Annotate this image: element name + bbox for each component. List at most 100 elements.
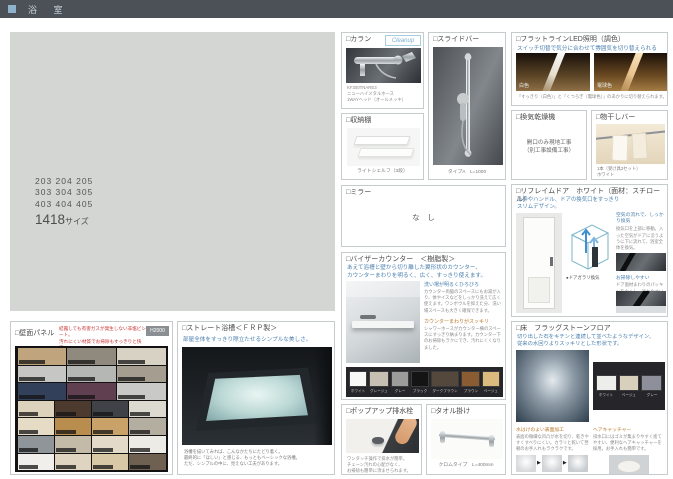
floor-photo xyxy=(516,350,589,422)
faucet-spec-lines: KF300TNARE3 ニューハイメタルホース 1WAYヘッド（オールメッキ） xyxy=(347,85,406,104)
mirror-value: な し xyxy=(342,212,505,223)
color-swatch: ダークブラウン xyxy=(431,371,459,394)
section-title: □床 フラッグストーンフロア xyxy=(512,322,667,334)
floor-feature-heading: 水はけのよい表面加工 xyxy=(516,426,589,433)
hair-catcher-photo xyxy=(609,455,649,475)
diagram-caption: ●ドアガラリ換気 xyxy=(566,275,599,281)
color-swatch: ブラック xyxy=(411,371,429,394)
visor-text-column: 洗い場が明るくひろびろ カウンター両脇のスペースにもお湯が入り、体やイスなどをし… xyxy=(424,281,503,351)
section-title: □換気乾燥機 xyxy=(512,111,586,123)
section-led-lighting: □フラットラインLED照明（調色） スイッチ切替で気分に合わせて雰囲気を切り替え… xyxy=(511,32,668,106)
color-swatch: ベージュ xyxy=(619,375,640,398)
floor-feature-body: 表面の微細な凹凸が水を切り、乾きやすくすべりにくい。カラリと乾いて翌朝のお手入れ… xyxy=(516,434,589,453)
door-detail-photo xyxy=(616,253,666,271)
slidebar-caption: タイプA L=1000 xyxy=(429,168,505,175)
wall-panel-tile xyxy=(18,418,54,435)
section-vent-dryer: □換気乾燥機 開口のみ現地工事 （別工事設備工事） xyxy=(511,110,587,180)
drain-photo xyxy=(346,419,419,453)
wall-panel-tile xyxy=(129,401,165,418)
door-benefit-heading: 空気の流れで、しっかり換気 xyxy=(616,213,666,225)
color-swatch: ベージュ xyxy=(482,371,500,394)
section-laundry-bar: □物干しバー 1本（受け具2セット） ホワイト xyxy=(591,110,668,180)
section-flagstone-floor: □床 フラッグストーンフロア 切り出した石をキチンと連続して並べたようなデザイン… xyxy=(511,321,668,475)
wall-panel-tile xyxy=(129,418,165,435)
color-swatch: ホワイト xyxy=(349,371,367,394)
tub-description: 部屋全体をすっきり際立たせるシンプルな美しさ。 xyxy=(183,335,311,343)
towel-bar-photo xyxy=(431,419,503,459)
floor-color-swatches: ホワイトベージュグレー xyxy=(593,362,665,410)
airflow-diagram xyxy=(566,213,612,273)
section-towel-bar: □タオル掛け クロムタイプ L=400mm xyxy=(426,404,506,475)
led-warm-label: 電球色 xyxy=(597,82,612,89)
wall-panel-tile xyxy=(55,436,91,453)
section-title: □スライドバー xyxy=(429,33,505,45)
wall-panel-tile xyxy=(55,418,91,435)
section-shelf: □収納棚 ライトシェルフ（3段） xyxy=(341,113,424,180)
led-white-label: 白色 xyxy=(519,82,529,89)
vent-dryer-note: 開口のみ現地工事 （別工事設備工事） xyxy=(512,139,586,156)
shelf-photo xyxy=(347,128,420,166)
led-note: 「すっきり（白色）」と「くつろぎ（電球色）」のあかりに切り替えられます。 xyxy=(517,94,667,100)
wall-panel-tile xyxy=(67,366,116,383)
visor-benefit-heading: カウンターまわりがスッキリ xyxy=(424,318,503,325)
visor-photo xyxy=(346,281,420,363)
floor-feature-heading: ヘアキャッチャー xyxy=(593,426,665,433)
unit-code-row: 303 304 305 xyxy=(35,187,93,198)
led-description: スイッチ切替で気分に合わせて雰囲気を切り替えられる xyxy=(517,44,657,52)
spec-sheet-page: 浴 室 203 204 205 303 304 305 403 404 405 … xyxy=(0,0,673,479)
towel-bar-illustration xyxy=(431,419,503,459)
page-header: 浴 室 xyxy=(0,0,673,18)
wall-panel-tile xyxy=(18,383,67,400)
section-title: □壁面パネル xyxy=(11,327,58,339)
section-reframe-door: □リフレイムドア ホワイト（面材：スチロール） 上枠やハンドル、ドアの換気口をす… xyxy=(511,184,668,317)
wall-panel-tile xyxy=(55,401,91,418)
height-badge: H2000 xyxy=(146,326,169,336)
wall-panel-tile xyxy=(117,383,166,400)
wall-panel-tile xyxy=(67,348,116,365)
wall-panel-tile xyxy=(92,418,128,435)
floor-description: 切り出した石をキチンと連続して並べたようなデザイン、 従来の水回りよりスッキリと… xyxy=(517,334,654,348)
wall-panel-tile xyxy=(55,454,91,471)
door-photo xyxy=(516,213,562,313)
page-title: 浴 室 xyxy=(28,3,70,16)
floor-texture-sequence: ▶ ▶ xyxy=(516,455,589,472)
led-photo-warm: 電球色 xyxy=(594,53,668,91)
section-title: □ストレート浴槽＜ＦＲＰ製＞ xyxy=(178,322,334,334)
visor-color-swatches: ホワイトグレージュグレーブラックダークブラウンブラウンベージュ xyxy=(346,367,503,397)
tub-body: 浴槽を描いてみれば、こんなかたちにたどり着く。 最終的に「ほしい」と感じる、もっ… xyxy=(184,449,300,468)
section-title: □物干しバー xyxy=(592,111,667,123)
drain-body: ワンタッチ操作で排水が簡単。 チェーン汚れの心配がなく、 お掃除も簡単に済ませら… xyxy=(347,456,411,475)
section-faucet: □カラン Cleanup KF300TNARE3 ニューハイメタルホース 1WA… xyxy=(341,32,424,109)
unit-codes: 203 204 205 303 304 305 403 404 405 xyxy=(35,176,93,210)
color-swatch: グレージュ xyxy=(369,371,389,394)
visor-description: あえて浴槽と壁から切り離した翼形状のカウンター、 カウンターまわりを明るく、広く… xyxy=(347,265,486,280)
laundry-bar-photo xyxy=(596,124,665,164)
header-bullet-icon xyxy=(8,5,16,13)
color-swatch: ホワイト xyxy=(596,375,617,398)
door-benefit-heading: お掃除しやすい xyxy=(616,274,666,281)
floor-feature-column: ヘアキャッチャー 排水口にはゴミが集まりやすく捨てやすい、便利なヘアキャッチャー… xyxy=(593,426,665,475)
wall-panel-grid xyxy=(15,346,168,472)
section-title: □収納棚 xyxy=(342,114,423,126)
section-drain: □ポップアップ排水栓 ワンタッチ操作で排水が簡単。 チェーン汚れの心配がなく、 … xyxy=(341,404,422,475)
wall-panel-tile xyxy=(18,454,54,471)
wall-panel-tile xyxy=(18,348,67,365)
visor-benefit-body: カウンター両脇のスペースにもお湯が入り、体やイスなどをしっかり洗えて広く使えます… xyxy=(424,289,503,314)
section-title: □バイザーカウンター ＜樹脂製＞ xyxy=(342,253,505,265)
shelf-caption: ライトシェルフ（3段） xyxy=(342,167,423,174)
towel-bar-caption: クロムタイプ L=400mm xyxy=(427,461,505,468)
section-wall-panel: □壁面パネル 結露しても有害ガスが発生しない非塩ビシート。 汚れにくい材質でお掃… xyxy=(10,321,173,475)
wall-panel-tile xyxy=(117,348,166,365)
floor-feature-body: 排水口にはゴミが集まりやすく捨てやすい、便利なヘアキャッチャーを採用。お手入れも… xyxy=(593,434,665,453)
tub-photo xyxy=(182,347,332,445)
visor-benefit-heading: 洗い場が明るくひろびろ xyxy=(424,281,503,288)
section-visor-counter: □バイザーカウンター ＜樹脂製＞ あえて浴槽と壁から切り離した翼形状のカウンター… xyxy=(341,252,506,400)
unit-code-row: 403 404 405 xyxy=(35,199,93,210)
door-detail-photo xyxy=(616,291,666,313)
section-title: □ミラー xyxy=(342,186,505,198)
door-description: 上枠やハンドル、ドアの換気口をすっきり スリムデザイン。 xyxy=(517,197,619,212)
faucet-photo xyxy=(346,48,421,83)
wall-panel-tile xyxy=(129,454,165,471)
floor-feature-column: 水はけのよい表面加工 表面の微細な凹凸が水を切り、乾きやすくすべりにくい。カラリ… xyxy=(516,426,589,472)
color-swatch: グレー xyxy=(391,371,409,394)
